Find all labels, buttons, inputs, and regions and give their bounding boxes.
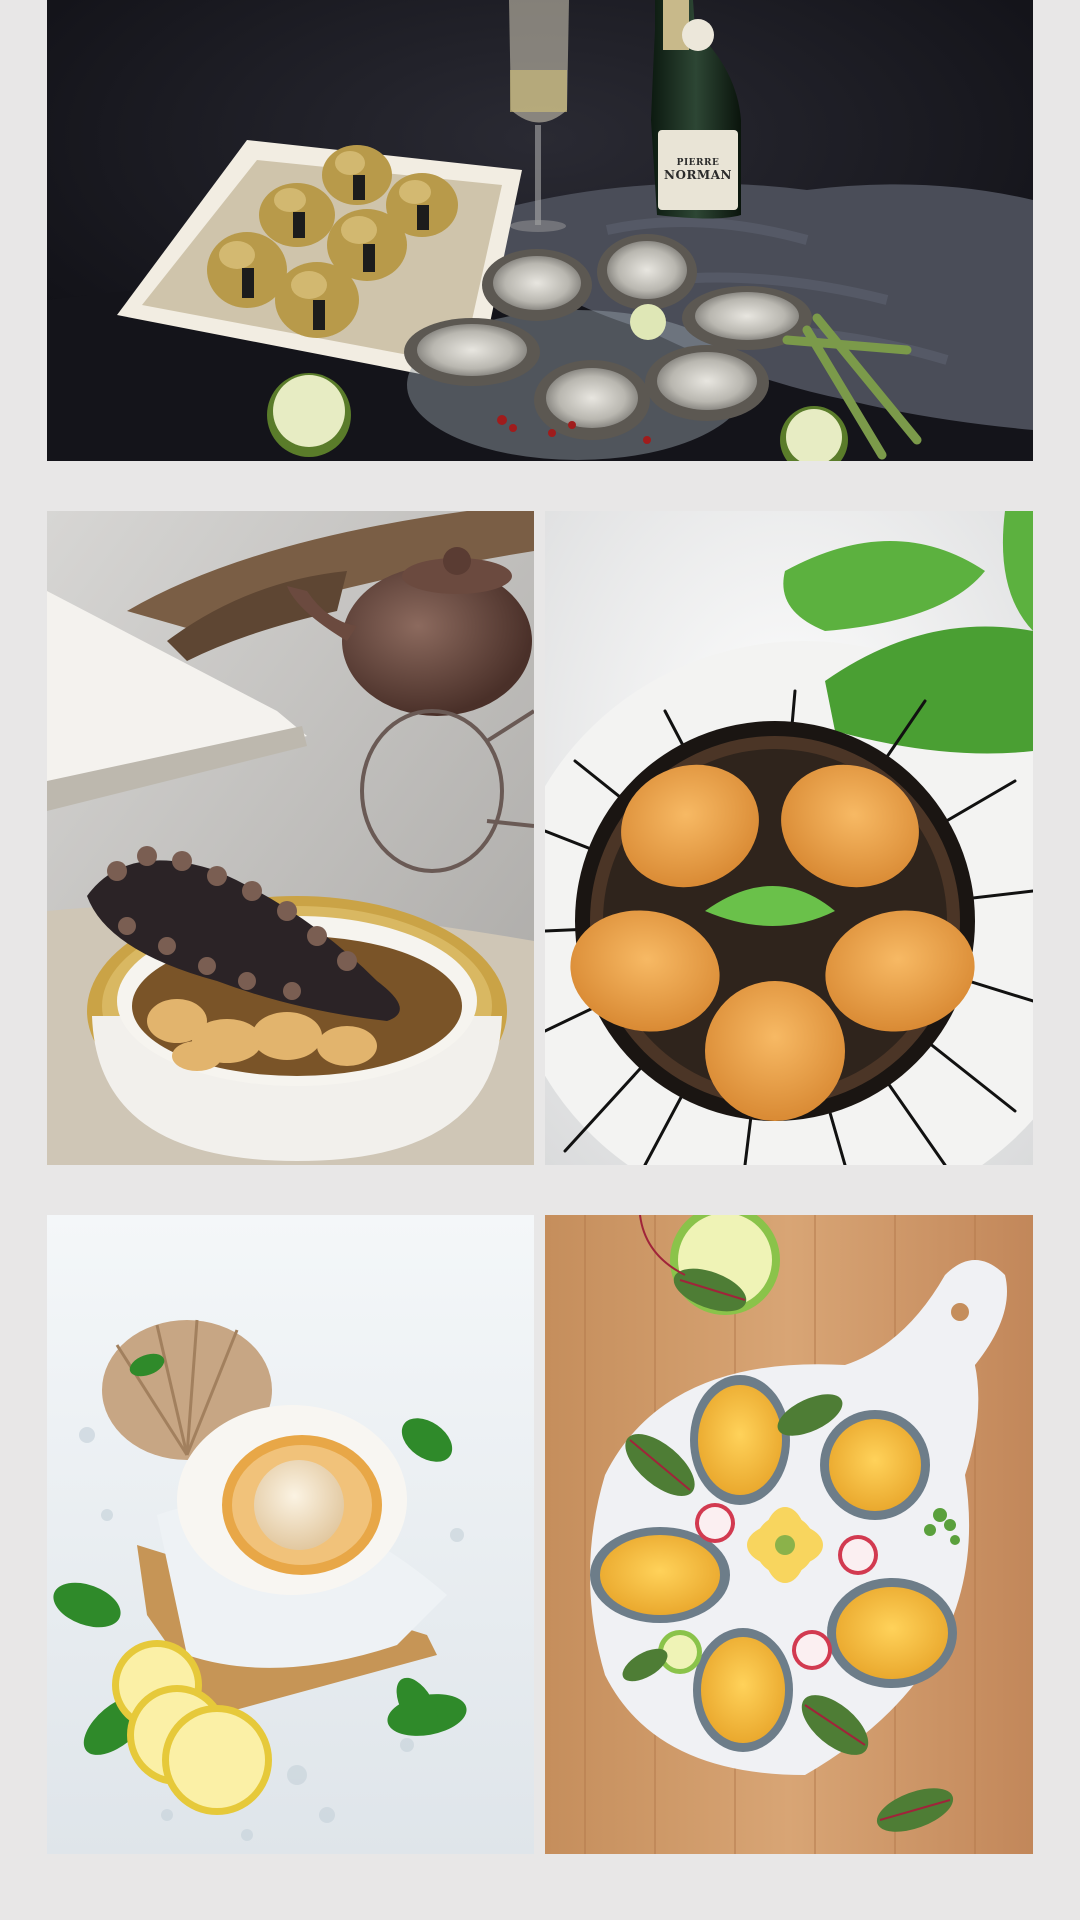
wine-label-line2: NORMAN <box>664 168 732 182</box>
scallop-photo <box>47 1215 534 1854</box>
abalone-photo <box>545 1215 1033 1854</box>
wine-label-brand: PIERRE NORMAN <box>660 158 736 182</box>
wine-label-line1: PIERRE <box>676 158 720 168</box>
sea-cucumber-photo <box>47 511 534 1165</box>
sea-urchin-photo <box>545 511 1033 1165</box>
oyster-champagne-photo <box>47 0 1033 461</box>
